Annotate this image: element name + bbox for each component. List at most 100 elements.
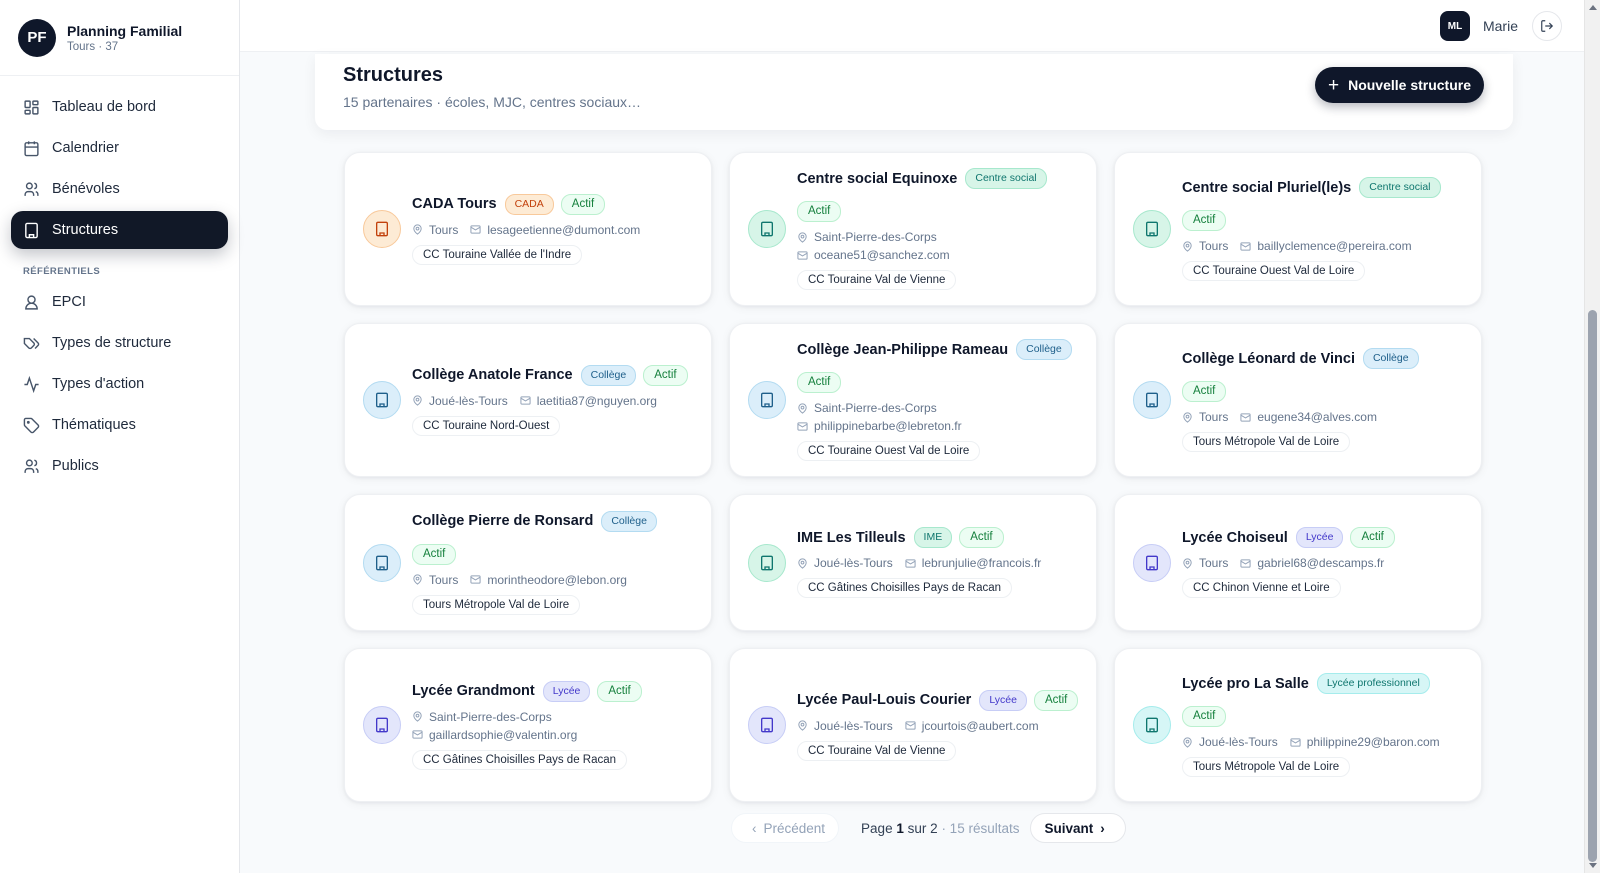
previous-label: Précédent: [763, 820, 826, 836]
scroll-down-arrow[interactable]: [1589, 863, 1597, 868]
scroll-up-arrow[interactable]: [1589, 5, 1597, 10]
city-info: Tours: [1182, 556, 1228, 570]
city-info: Saint-Pierre-des-Corps: [797, 401, 1080, 415]
status-badge: Actif: [1182, 381, 1227, 402]
city: Joué-lès-Tours: [814, 718, 893, 733]
next-page-button[interactable]: Suivant ›: [1030, 813, 1126, 843]
email-info: philippinebarbe@lebreton.fr: [797, 419, 1080, 433]
user-badge-icon: [25, 294, 38, 310]
structure-card-centre-social-pluriel-le-s[interactable]: Centre social Pluriel(le)s Centre social A…: [1114, 152, 1482, 306]
sidebar-item-structures[interactable]: Structures: [11, 211, 228, 249]
epci-tag: CC Touraine Vallée de l'Indre: [412, 244, 583, 265]
card-body: Collège Jean-Philippe Rameau Collège Actif…: [797, 339, 1080, 461]
structure-card-ime-les-tilleuls[interactable]: IME Les Tilleuls IME Actif Joué-lès-Tours le…: [729, 494, 1097, 631]
city-info: Tours: [412, 573, 458, 587]
city: Tours: [1199, 410, 1229, 424]
sidebar-item-types-de-structure[interactable]: Types de structure: [11, 324, 228, 362]
activity-icon: [24, 375, 39, 393]
building-icon: [1133, 210, 1171, 248]
email: oceane51@sanchez.com: [814, 248, 950, 262]
building-icon: [363, 543, 401, 582]
status-badge: Actif: [597, 680, 642, 702]
card-body: Collège Léonard de Vinci Collège Actif Tour…: [1182, 348, 1465, 452]
sidebar-item-epci[interactable]: EPCI: [11, 283, 228, 321]
total-pages: 2: [930, 820, 938, 836]
type-badge: Collège: [1016, 339, 1072, 360]
email-info: oceane51@sanchez.com: [797, 248, 1080, 262]
card-meta: Joué-lès-Tours lebrunjulie@francois.fr: [797, 556, 1080, 570]
sidebar-item-calendrier[interactable]: Calendrier: [11, 129, 228, 167]
type-badge: Lycée: [979, 689, 1027, 711]
structure-card-lycee-choiseul[interactable]: Lycée Choiseul Lycée Actif Tours gabriel68@d…: [1114, 494, 1482, 631]
email: morintheodore@lebon.org: [487, 572, 627, 587]
email-info: jcourtois@aubert.com: [905, 719, 1039, 733]
card-title-row: Lycée pro La Salle Lycée professionnel Act…: [1182, 673, 1465, 727]
sidebar-item-publics[interactable]: Publics: [11, 447, 228, 485]
type-badge: Collège: [1362, 348, 1419, 369]
email: lebrunjulie@francois.fr: [921, 556, 1042, 570]
scrollbar[interactable]: [1584, 0, 1600, 873]
logout-button[interactable]: [1532, 11, 1562, 41]
previous-page-button[interactable]: ‹ Précédent: [731, 813, 840, 843]
structure-card-lycee-grandmont[interactable]: Lycée Grandmont Lycée Actif Saint-Pierre-de…: [344, 648, 712, 802]
structure-card-lycee-pro-la-salle[interactable]: Lycée pro La Salle Lycée professionnel Act…: [1114, 648, 1482, 802]
brand-logo: PF: [18, 18, 56, 57]
structure-card-lycee-paul-louis-courier[interactable]: Lycée Paul-Louis Courier Lycée Actif Joué-l…: [729, 648, 1097, 802]
results-count: · 15 résultats: [941, 820, 1020, 836]
scroll-thumb[interactable]: [1588, 310, 1597, 862]
sidebar-item-types-d-action[interactable]: Types d'action: [11, 365, 228, 403]
structure-card-centre-social-equinoxe[interactable]: Centre social Equinoxe Centre social Actif…: [729, 152, 1097, 306]
avatar[interactable]: ML: [1440, 11, 1470, 41]
pagination: ‹ Précédent Page 1 sur 2 · 15 résultats …: [731, 813, 1126, 843]
structure-card-college-jean-philippe-rameau[interactable]: Collège Jean-Philippe Rameau Collège Actif…: [729, 323, 1097, 477]
email-info: eugene34@alves.com: [1240, 410, 1377, 424]
card-meta: Joué-lès-Tours philippine29@baron.com: [1182, 735, 1465, 749]
structure-card-college-leonard-de-vinci[interactable]: Collège Léonard de Vinci Collège Actif Tour…: [1114, 323, 1482, 477]
section-label-referentiels: RÉFÉRENTIELS: [23, 266, 101, 277]
structure-card-college-pierre-de-ronsard[interactable]: Collège Pierre de Ronsard Collège Actif Tou…: [344, 494, 712, 631]
structure-name: CADA Tours: [412, 196, 497, 212]
structure-name: Centre social Equinoxe: [797, 170, 958, 187]
sidebar-item-tableau-de-bord[interactable]: Tableau de bord: [11, 88, 228, 126]
structure-name: Lycée Paul-Louis Courier: [797, 692, 972, 708]
sidebar-item-label: EPCI: [52, 294, 86, 310]
epci-tag: CC Gâtines Choisilles Pays de Racan: [797, 578, 1013, 598]
of-label: sur: [907, 820, 927, 836]
card-title-row: CADA Tours CADA Actif: [412, 193, 695, 215]
city: Saint-Pierre-des-Corps: [429, 709, 552, 724]
structure-name: Lycée pro La Salle: [1182, 675, 1309, 692]
building-icon: [748, 706, 786, 744]
epci-tag: Tours Métropole Val de Loire: [412, 594, 581, 615]
city: Joué-lès-Tours: [814, 556, 893, 570]
email-info: gabriel68@descamps.fr: [1240, 556, 1384, 570]
card-body: Lycée Grandmont Lycée Actif Saint-Pierre-de…: [412, 680, 695, 770]
building-icon: [25, 222, 38, 238]
type-badge: Lycée professionnel: [1316, 673, 1430, 694]
building-icon: [1133, 381, 1171, 419]
card-title-row: Collège Pierre de Ronsard Collège Actif: [412, 510, 695, 565]
mail-icon: [470, 224, 487, 235]
epci-tag: CC Chinon Vienne et Loire: [1182, 578, 1341, 598]
city-info: Joué-lès-Tours: [797, 719, 893, 733]
email: jcourtois@aubert.com: [921, 718, 1039, 733]
structure-name: IME Les Tilleuls: [797, 529, 906, 546]
sidebar-item-benevoles[interactable]: Bénévoles: [11, 170, 228, 208]
epci-tag: CC Touraine Ouest Val de Loire: [1182, 261, 1366, 281]
email: baillyclemence@pereira.com: [1257, 239, 1412, 253]
location-pin-icon: [797, 231, 814, 243]
structure-card-college-anatole-france[interactable]: Collège Anatole France Collège Actif Joué-l…: [344, 323, 712, 477]
card-title-row: Lycée Paul-Louis Courier Lycée Actif: [797, 689, 1080, 711]
location-pin-icon: [412, 224, 429, 235]
structure-card-cada-tours[interactable]: CADA Tours CADA Actif Tours lesageetienne@du…: [344, 152, 712, 306]
city: Joué-lès-Tours: [1199, 735, 1278, 749]
new-structure-button[interactable]: + Nouvelle structure: [1315, 67, 1484, 103]
tags-icon: [23, 337, 40, 349]
sidebar-nav: Tableau de bord Calendrier Bénévoles Str…: [0, 76, 239, 500]
building-icon: [1133, 706, 1171, 744]
brand[interactable]: PF Planning Familial Tours · 37: [0, 0, 239, 76]
sidebar-item-thematiques[interactable]: Thématiques: [11, 406, 228, 444]
user-name[interactable]: Marie: [1483, 18, 1518, 34]
card-meta: Saint-Pierre-des-Corps philippinebarbe@le…: [797, 401, 1080, 433]
brand-location: Tours · 37: [67, 40, 119, 53]
city: Tours: [1199, 556, 1229, 570]
